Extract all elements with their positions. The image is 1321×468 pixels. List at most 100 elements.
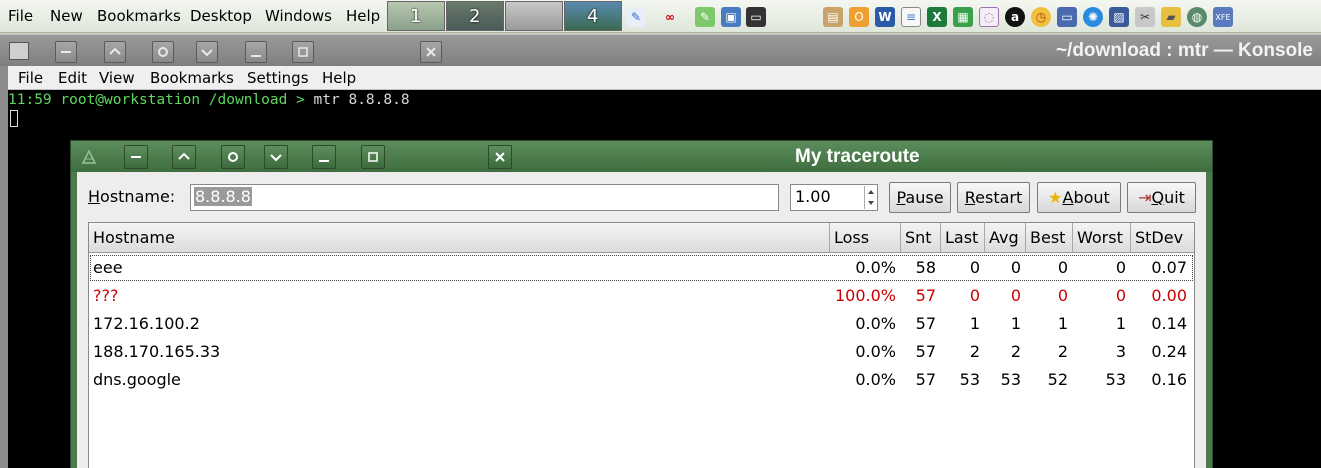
about-button[interactable]: ★About: [1037, 182, 1121, 213]
office-icon[interactable]: O: [849, 7, 869, 27]
spin-arrows[interactable]: [864, 186, 876, 209]
chevron-up-icon: [178, 152, 190, 160]
mtr-app-icon[interactable]: [81, 149, 97, 165]
column-header-hostname[interactable]: Hostname: [89, 223, 830, 252]
konsole-shade-button[interactable]: [152, 41, 174, 63]
cell-loss: 100.0%: [834, 286, 896, 305]
word-icon[interactable]: W: [875, 7, 895, 27]
chevron-down-icon: [270, 154, 282, 162]
cell-last: 2: [969, 342, 980, 361]
desktop-pager-2[interactable]: 2: [446, 1, 504, 31]
cell-host: dns.google: [93, 370, 181, 389]
monitor-icon[interactable]: ▭: [1057, 7, 1077, 27]
konsole-titlebar[interactable]: ~/download : mtr — Konsole: [0, 34, 1321, 66]
konsole-menu-view[interactable]: View: [99, 66, 135, 90]
spreadsheet-icon[interactable]: ▦: [953, 7, 973, 27]
screenshot-icon[interactable]: ▨: [1109, 7, 1129, 27]
terminal-icon[interactable]: ▭: [746, 7, 766, 27]
panel-menu-file[interactable]: File: [8, 0, 33, 33]
panel-menu-windows[interactable]: Windows: [265, 0, 332, 33]
konsole-menu-bookmarks[interactable]: Bookmarks: [150, 66, 234, 90]
column-header-snt[interactable]: Snt: [901, 223, 941, 252]
cell-best: 2: [1057, 342, 1068, 361]
terminal-line: 11:59 root@workstation /download > mtr 8…: [8, 92, 410, 108]
document-icon[interactable]: ≡: [901, 7, 921, 27]
mtr-window: My traceroute Hostname: 8.8.8.8 1.00 Pau…: [70, 140, 1213, 468]
xfe-file-manager-icon[interactable]: XFE: [1213, 7, 1233, 27]
restore-icon: [298, 47, 308, 57]
konsole-iconify-button[interactable]: [245, 41, 267, 63]
table-row[interactable]: eee 0.0% 58 0 0 0 0 0.07: [89, 254, 1194, 282]
panel-menu-help[interactable]: Help: [346, 0, 380, 33]
network-icon[interactable]: ▣: [721, 7, 741, 27]
cell-host: eee: [93, 258, 123, 277]
panel-menu-bookmarks[interactable]: Bookmarks: [97, 0, 181, 33]
mtr-maximize-button[interactable]: [361, 145, 385, 169]
mtr-keep-below-button[interactable]: [264, 145, 288, 169]
cell-host: 188.170.165.33: [93, 342, 221, 361]
table-row[interactable]: ??? 100.0% 57 0 0 0 0 0.00: [89, 282, 1194, 310]
column-header-avg[interactable]: Avg: [985, 223, 1026, 252]
broom-icon[interactable]: ✎: [626, 7, 646, 27]
konsole-maximize-button[interactable]: [292, 41, 314, 63]
table-row[interactable]: dns.google 0.0% 57 53 53 52 53 0.16: [89, 366, 1194, 394]
mtr-close-button[interactable]: [488, 145, 512, 169]
cell-loss: 0.0%: [855, 258, 896, 277]
notes-icon[interactable]: ✎: [695, 7, 715, 27]
desktop-pager-4[interactable]: 4: [564, 1, 622, 31]
quit-button[interactable]: ⇥Quit: [1127, 182, 1196, 213]
cell-worst: 1: [1115, 314, 1126, 333]
konsole-menu-settings[interactable]: Settings: [247, 66, 309, 90]
excel-icon[interactable]: X: [927, 7, 947, 27]
amazon-icon[interactable]: a: [1005, 7, 1025, 27]
close-icon: [426, 47, 436, 57]
alarm-clock-icon[interactable]: ◷: [1031, 7, 1051, 27]
cell-worst: 0: [1115, 258, 1126, 277]
link-icon[interactable]: ∞: [660, 7, 680, 27]
konsole-keep-below-button[interactable]: [196, 41, 218, 63]
restart-button[interactable]: Restart: [957, 182, 1030, 213]
konsole-menu-edit[interactable]: Edit: [58, 66, 87, 90]
settings-gear-icon[interactable]: ✺: [1083, 7, 1103, 27]
desktop-pager-1[interactable]: 1: [387, 1, 445, 31]
cell-worst: 0: [1115, 286, 1126, 305]
interval-spinbox[interactable]: 1.00: [790, 184, 878, 211]
cell-last: 0: [969, 258, 980, 277]
folder-icon[interactable]: ▰: [1161, 7, 1181, 27]
pause-button[interactable]: Pause: [889, 182, 951, 213]
konsole-menu-help[interactable]: Help: [322, 66, 356, 90]
underscore-icon: [319, 160, 329, 162]
globe-icon[interactable]: ◍: [1187, 7, 1207, 27]
desktop-pager-3[interactable]: 3: [505, 1, 563, 31]
cell-stdev: 0.16: [1151, 370, 1187, 389]
column-header-stdev[interactable]: StDev: [1131, 223, 1194, 252]
top-panel: File New Bookmarks Desktop Windows Help …: [0, 0, 1321, 33]
tools-icon[interactable]: ✂: [1135, 7, 1155, 27]
cell-loss: 0.0%: [855, 342, 896, 361]
column-header-loss[interactable]: Loss: [830, 223, 901, 252]
book-icon[interactable]: ▤: [823, 7, 843, 27]
mtr-keep-above-button[interactable]: [172, 145, 196, 169]
cell-best: 0: [1057, 286, 1068, 305]
column-header-worst[interactable]: Worst: [1073, 223, 1131, 252]
konsole-app-icon[interactable]: [9, 42, 29, 60]
konsole-keep-above-button[interactable]: [104, 41, 126, 63]
mtr-shade-button[interactable]: [221, 145, 245, 169]
konsole-minimize-button[interactable]: [55, 41, 77, 63]
column-header-last[interactable]: Last: [941, 223, 985, 252]
cell-snt: 57: [915, 342, 936, 361]
mtr-minimize-button[interactable]: [124, 145, 148, 169]
mtr-iconify-button[interactable]: [312, 145, 336, 169]
konsole-menu-file[interactable]: File: [18, 66, 43, 90]
cell-snt: 57: [915, 370, 936, 389]
panel-menu-desktop[interactable]: Desktop: [190, 0, 252, 33]
hostname-input[interactable]: 8.8.8.8: [190, 184, 779, 211]
table-row[interactable]: 172.16.100.2 0.0% 57 1 1 1 1 0.14: [89, 310, 1194, 338]
konsole-close-button[interactable]: [420, 41, 442, 63]
presentation-icon[interactable]: ◌: [979, 7, 999, 27]
table-row[interactable]: 188.170.165.33 0.0% 57 2 2 2 3 0.24: [89, 338, 1194, 366]
column-header-best[interactable]: Best: [1026, 223, 1073, 252]
cell-host: 172.16.100.2: [93, 314, 200, 333]
mtr-titlebar[interactable]: My traceroute: [71, 141, 1212, 172]
panel-menu-new[interactable]: New: [50, 0, 83, 33]
